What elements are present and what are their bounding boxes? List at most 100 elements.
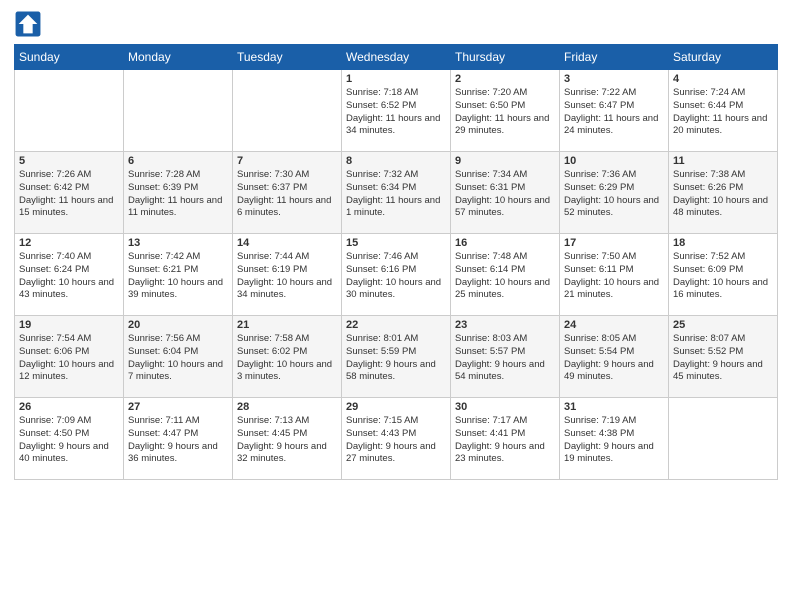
calendar-cell bbox=[124, 70, 233, 152]
cell-info: Sunrise: 7:54 AMSunset: 6:06 PMDaylight:… bbox=[19, 333, 119, 384]
calendar-cell: 21Sunrise: 7:58 AMSunset: 6:02 PMDayligh… bbox=[233, 316, 342, 398]
calendar-cell: 26 Sunrise: 7:09 AMSunset: 4:50 PMDayligh… bbox=[15, 398, 124, 480]
calendar-cell: 15 Sunrise: 7:46 AMSunset: 6:16 PMDayligh… bbox=[342, 234, 451, 316]
cell-info: Sunrise: 7:38 AMSunset: 6:26 PMDaylight:… bbox=[673, 169, 773, 220]
cell-info: Sunrise: 8:05 AMSunset: 5:54 PMDaylight:… bbox=[564, 333, 664, 384]
day-number: 6 bbox=[128, 155, 228, 167]
calendar-cell: 5 Sunrise: 7:26 AMSunset: 6:42 PMDaylight… bbox=[15, 152, 124, 234]
calendar-cell: 27Sunrise: 7:11 AMSunset: 4:47 PMDayligh… bbox=[124, 398, 233, 480]
calendar-cell: 17 Sunrise: 7:50 AMSunset: 6:11 PMDayligh… bbox=[560, 234, 669, 316]
cell-info: Sunrise: 7:13 AMSunset: 4:45 PMDaylight:… bbox=[237, 415, 337, 466]
day-number: 9 bbox=[455, 155, 555, 167]
cell-info: Sunrise: 7:48 AMSunset: 6:14 PMDaylight:… bbox=[455, 251, 555, 302]
calendar-cell: 28 Sunrise: 7:13 AMSunset: 4:45 PMDayligh… bbox=[233, 398, 342, 480]
calendar-cell: 8 Sunrise: 7:32 AMSunset: 6:34 PMDaylight… bbox=[342, 152, 451, 234]
weekday-header-wednesday: Wednesday bbox=[342, 45, 451, 70]
cell-info: Sunrise: 7:42 AMSunset: 6:21 PMDaylight:… bbox=[128, 251, 228, 302]
calendar-cell: 7Sunrise: 7:30 AMSunset: 6:37 PMDaylight… bbox=[233, 152, 342, 234]
day-number: 4 bbox=[673, 73, 773, 85]
week-row-1: 5 Sunrise: 7:26 AMSunset: 6:42 PMDaylight… bbox=[15, 152, 778, 234]
cell-info: Sunrise: 7:20 AMSunset: 6:50 PMDaylight:… bbox=[455, 87, 555, 138]
calendar-cell: 19 Sunrise: 7:54 AMSunset: 6:06 PMDayligh… bbox=[15, 316, 124, 398]
cell-info: Sunrise: 7:18 AMSunset: 6:52 PMDaylight:… bbox=[346, 87, 446, 138]
cell-info: Sunrise: 7:09 AMSunset: 4:50 PMDaylight:… bbox=[19, 415, 119, 466]
cell-info: Sunrise: 7:50 AMSunset: 6:11 PMDaylight:… bbox=[564, 251, 664, 302]
day-number: 12 bbox=[19, 237, 119, 249]
cell-info: Sunrise: 7:46 AMSunset: 6:16 PMDaylight:… bbox=[346, 251, 446, 302]
day-number: 1 bbox=[346, 73, 446, 85]
cell-info: Sunrise: 7:58 AMSunset: 6:02 PMDaylight:… bbox=[237, 333, 337, 384]
day-number: 10 bbox=[564, 155, 664, 167]
calendar-cell: 1 Sunrise: 7:18 AMSunset: 6:52 PMDaylight… bbox=[342, 70, 451, 152]
calendar-cell: 20 Sunrise: 7:56 AMSunset: 6:04 PMDayligh… bbox=[124, 316, 233, 398]
page: SundayMondayTuesdayWednesdayThursdayFrid… bbox=[0, 0, 792, 612]
day-number: 11 bbox=[673, 155, 773, 167]
calendar-cell bbox=[669, 398, 778, 480]
calendar-cell bbox=[233, 70, 342, 152]
calendar-cell: 11 Sunrise: 7:38 AMSunset: 6:26 PMDayligh… bbox=[669, 152, 778, 234]
day-number: 13 bbox=[128, 237, 228, 249]
calendar-cell: 24 Sunrise: 8:05 AMSunset: 5:54 PMDayligh… bbox=[560, 316, 669, 398]
day-number: 19 bbox=[19, 319, 119, 331]
cell-info: Sunrise: 7:36 AMSunset: 6:29 PMDaylight:… bbox=[564, 169, 664, 220]
weekday-header-sunday: Sunday bbox=[15, 45, 124, 70]
cell-info: Sunrise: 8:07 AMSunset: 5:52 PMDaylight:… bbox=[673, 333, 773, 384]
cell-info: Sunrise: 7:34 AMSunset: 6:31 PMDaylight:… bbox=[455, 169, 555, 220]
cell-info: Sunrise: 7:17 AMSunset: 4:41 PMDaylight:… bbox=[455, 415, 555, 466]
day-number: 30 bbox=[455, 401, 555, 413]
cell-info: Sunrise: 7:28 AMSunset: 6:39 PMDaylight:… bbox=[128, 169, 228, 220]
calendar-cell: 4 Sunrise: 7:24 AMSunset: 6:44 PMDaylight… bbox=[669, 70, 778, 152]
calendar-cell: 10 Sunrise: 7:36 AMSunset: 6:29 PMDayligh… bbox=[560, 152, 669, 234]
logo bbox=[14, 10, 46, 38]
cell-info: Sunrise: 7:56 AMSunset: 6:04 PMDaylight:… bbox=[128, 333, 228, 384]
logo-icon bbox=[14, 10, 42, 38]
day-number: 2 bbox=[455, 73, 555, 85]
calendar-cell: 25 Sunrise: 8:07 AMSunset: 5:52 PMDayligh… bbox=[669, 316, 778, 398]
cell-info: Sunrise: 7:26 AMSunset: 6:42 PMDaylight:… bbox=[19, 169, 119, 220]
day-number: 24 bbox=[564, 319, 664, 331]
week-row-3: 19 Sunrise: 7:54 AMSunset: 6:06 PMDayligh… bbox=[15, 316, 778, 398]
day-number: 17 bbox=[564, 237, 664, 249]
week-row-4: 26 Sunrise: 7:09 AMSunset: 4:50 PMDayligh… bbox=[15, 398, 778, 480]
calendar-cell: 31Sunrise: 7:19 AMSunset: 4:38 PMDayligh… bbox=[560, 398, 669, 480]
day-number: 29 bbox=[346, 401, 446, 413]
weekday-header-friday: Friday bbox=[560, 45, 669, 70]
day-number: 3 bbox=[564, 73, 664, 85]
day-number: 27 bbox=[128, 401, 228, 413]
day-number: 18 bbox=[673, 237, 773, 249]
cell-info: Sunrise: 7:22 AMSunset: 6:47 PMDaylight:… bbox=[564, 87, 664, 138]
cell-info: Sunrise: 8:03 AMSunset: 5:57 PMDaylight:… bbox=[455, 333, 555, 384]
day-number: 26 bbox=[19, 401, 119, 413]
day-number: 16 bbox=[455, 237, 555, 249]
day-number: 22 bbox=[346, 319, 446, 331]
cell-info: Sunrise: 7:44 AMSunset: 6:19 PMDaylight:… bbox=[237, 251, 337, 302]
cell-info: Sunrise: 7:32 AMSunset: 6:34 PMDaylight:… bbox=[346, 169, 446, 220]
day-number: 20 bbox=[128, 319, 228, 331]
calendar-cell: 30 Sunrise: 7:17 AMSunset: 4:41 PMDayligh… bbox=[451, 398, 560, 480]
calendar-cell: 2 Sunrise: 7:20 AMSunset: 6:50 PMDaylight… bbox=[451, 70, 560, 152]
day-number: 31 bbox=[564, 401, 664, 413]
day-number: 8 bbox=[346, 155, 446, 167]
day-number: 5 bbox=[19, 155, 119, 167]
cell-info: Sunrise: 7:24 AMSunset: 6:44 PMDaylight:… bbox=[673, 87, 773, 138]
day-number: 7 bbox=[237, 155, 337, 167]
day-number: 23 bbox=[455, 319, 555, 331]
calendar-cell: 9 Sunrise: 7:34 AMSunset: 6:31 PMDaylight… bbox=[451, 152, 560, 234]
calendar-cell: 22Sunrise: 8:01 AMSunset: 5:59 PMDayligh… bbox=[342, 316, 451, 398]
weekday-header-row: SundayMondayTuesdayWednesdayThursdayFrid… bbox=[15, 45, 778, 70]
calendar-cell bbox=[15, 70, 124, 152]
day-number: 14 bbox=[237, 237, 337, 249]
week-row-0: 1 Sunrise: 7:18 AMSunset: 6:52 PMDaylight… bbox=[15, 70, 778, 152]
calendar-cell: 6 Sunrise: 7:28 AMSunset: 6:39 PMDaylight… bbox=[124, 152, 233, 234]
calendar-cell: 14 Sunrise: 7:44 AMSunset: 6:19 PMDayligh… bbox=[233, 234, 342, 316]
day-number: 28 bbox=[237, 401, 337, 413]
calendar-cell: 23 Sunrise: 8:03 AMSunset: 5:57 PMDayligh… bbox=[451, 316, 560, 398]
calendar-cell: 13 Sunrise: 7:42 AMSunset: 6:21 PMDayligh… bbox=[124, 234, 233, 316]
calendar-cell: 18Sunrise: 7:52 AMSunset: 6:09 PMDayligh… bbox=[669, 234, 778, 316]
calendar-cell: 12Sunrise: 7:40 AMSunset: 6:24 PMDayligh… bbox=[15, 234, 124, 316]
calendar-cell: 3 Sunrise: 7:22 AMSunset: 6:47 PMDaylight… bbox=[560, 70, 669, 152]
weekday-header-saturday: Saturday bbox=[669, 45, 778, 70]
day-number: 25 bbox=[673, 319, 773, 331]
day-number: 15 bbox=[346, 237, 446, 249]
calendar-cell: 29Sunrise: 7:15 AMSunset: 4:43 PMDayligh… bbox=[342, 398, 451, 480]
